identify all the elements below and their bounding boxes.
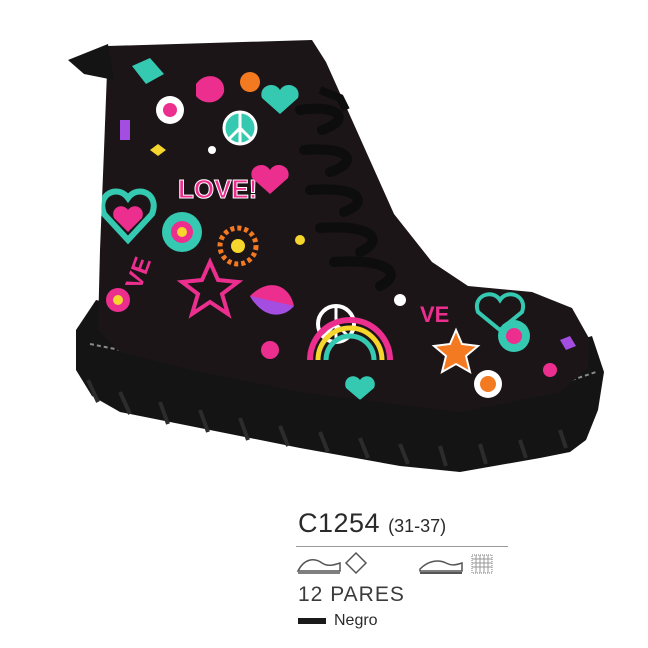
pairs-count: 12 PARES	[298, 583, 405, 606]
svg-text:VE: VE	[420, 302, 449, 327]
product-code-row: C1254 (31-37)	[298, 508, 446, 539]
color-name: Negro	[334, 612, 378, 629]
material-icons-row	[296, 551, 493, 575]
color-row: Negro	[298, 612, 378, 630]
boot-pull-tab	[68, 44, 114, 80]
upper-material-icon	[296, 558, 341, 574]
size-range: (31-37)	[388, 516, 447, 536]
diamond-icon	[344, 551, 368, 575]
textile-lining-icon	[471, 554, 493, 574]
divider	[296, 546, 508, 547]
color-swatch	[298, 618, 326, 624]
svg-text:LOVE!: LOVE!	[178, 174, 257, 204]
sole-material-icon	[419, 560, 463, 574]
product-image-boot: LOVE! VE VE	[68, 40, 604, 472]
product-code: C1254	[298, 508, 381, 538]
